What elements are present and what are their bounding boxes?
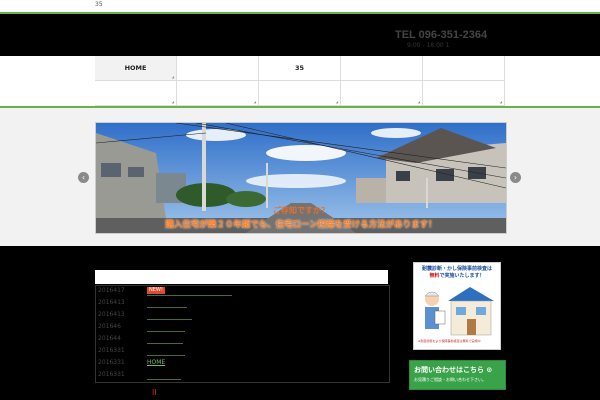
nav-item[interactable]: ◢ xyxy=(423,81,505,106)
hero-slider: ‹ › ご存知ですか？ 購入住宅が築２０年超でも、住宅ローン控除を受ける方法があ… xyxy=(0,108,600,246)
nav-item-35[interactable]: 35 xyxy=(259,56,341,81)
news-row: 2016331 HOME xyxy=(96,358,389,370)
news-link[interactable] xyxy=(147,307,187,308)
inspection-banner[interactable]: 耐震診断・かし保険事前検査は 無料で実施いたします！ ※耐震診断および保険事前検… xyxy=(413,262,501,350)
contact-banner-title: お問い合わせはこちら ⊙ xyxy=(414,366,493,374)
news-row: 2016331 xyxy=(96,346,389,358)
news-link[interactable] xyxy=(147,319,192,320)
global-nav-band: HOME ◢ 35 ◢ ◢ ◢ ◢ ◢ xyxy=(0,56,600,108)
global-nav: HOME ◢ 35 ◢ ◢ ◢ ◢ ◢ xyxy=(95,56,505,106)
news-list: 2016417 NEW! 2016413 2016413 201646 2016… xyxy=(95,285,390,383)
news-link-home[interactable]: HOME xyxy=(147,359,165,366)
news-row: 2016413 xyxy=(96,310,389,322)
news-row: 201644 xyxy=(96,334,389,346)
site-header: TEL 096-351-2364 9:00 - 18:00 1 xyxy=(0,14,600,56)
nav-corner-icon: ◢ xyxy=(171,75,174,79)
news-link[interactable] xyxy=(147,355,185,356)
nav-corner-icon: ◢ xyxy=(171,100,174,104)
news-link[interactable] xyxy=(147,295,232,296)
news-row: 201646 xyxy=(96,322,389,334)
business-hours: 9:00 - 18:00 1 xyxy=(407,42,450,49)
news-date: 2016417 xyxy=(98,287,125,294)
top-bar: 35 xyxy=(0,0,600,14)
nav-item[interactable] xyxy=(177,56,259,81)
nav-item[interactable] xyxy=(341,56,423,81)
banner-line1: 耐震診断・かし保険事前検査は xyxy=(421,266,492,272)
slide-caption-question: ご存知ですか？ xyxy=(273,206,329,215)
slide-image[interactable]: ご存知ですか？ 購入住宅が築２０年超でも、住宅ローン控除を受ける方法があります！ xyxy=(95,122,507,234)
news-row: 2016413 xyxy=(96,298,389,310)
banner-highlight: 無料 xyxy=(429,273,440,279)
news-date: 2016413 xyxy=(98,311,125,318)
slide-caption-main: 購入住宅が築２０年超でも、住宅ローン控除を受ける方法があります！ xyxy=(165,220,437,230)
new-badge: NEW! xyxy=(147,287,165,294)
nav-corner-icon: ◢ xyxy=(253,100,256,104)
nav-corner-icon: ◢ xyxy=(335,100,338,104)
news-link[interactable] xyxy=(147,331,185,332)
chevron-left-icon[interactable]: ‹ xyxy=(78,172,89,183)
news-date: 201644 xyxy=(98,335,121,342)
news-date: 2016331 xyxy=(98,371,125,378)
news-header xyxy=(95,270,388,284)
news-link[interactable] xyxy=(147,343,183,344)
house-inspector-illustration xyxy=(424,287,494,336)
nav-item[interactable]: ◢ xyxy=(341,81,423,106)
nav-item[interactable]: ◢ xyxy=(95,81,177,106)
inspection-banner-text: 耐震診断・かし保険事前検査は 無料で実施いたします！ xyxy=(418,266,496,280)
banner-note: ※耐震診断および保険事前検査は無料で実施中 xyxy=(418,339,481,343)
nav-corner-icon: ◢ xyxy=(499,100,502,104)
phone-number[interactable]: TEL 096-351-2364 xyxy=(395,29,487,41)
nav-item[interactable]: ◢ xyxy=(259,81,341,106)
chevron-right-icon[interactable]: › xyxy=(510,172,521,183)
nav-item-label: 35 xyxy=(294,64,305,72)
nav-item-home[interactable]: HOME ◢ xyxy=(95,56,177,81)
nav-item[interactable]: ◢ xyxy=(177,81,259,106)
banner-line2: で実施いたします！ xyxy=(439,273,485,279)
contact-banner-sub: お見積りご相談・お問い合わせ下さい。 xyxy=(414,377,486,382)
nav-item-label: HOME xyxy=(124,64,147,72)
news-row: 2016417 NEW! xyxy=(96,286,389,298)
news-date: 2016413 xyxy=(98,299,125,306)
news-row: 2016331 xyxy=(96,370,389,382)
news-link[interactable] xyxy=(147,379,181,380)
news-date: 201646 xyxy=(98,323,121,330)
news-date: 2016331 xyxy=(98,347,125,354)
nav-item[interactable] xyxy=(423,56,505,81)
street-scene-photo xyxy=(96,123,506,233)
pagination[interactable]: ll xyxy=(152,388,156,397)
top-bar-text: 35 xyxy=(95,1,103,8)
nav-corner-icon: ◢ xyxy=(417,100,420,104)
contact-banner[interactable]: お問い合わせはこちら ⊙ お見積りご相談・お問い合わせ下さい。 xyxy=(409,360,506,390)
main-content: 2016417 NEW! 2016413 2016413 201646 2016… xyxy=(0,246,600,400)
news-date: 2016331 xyxy=(98,359,125,366)
